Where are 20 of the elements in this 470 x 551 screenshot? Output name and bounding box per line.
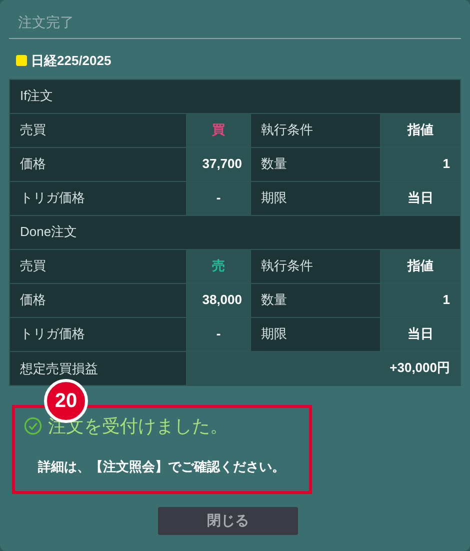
- row-label: 期限: [251, 318, 380, 350]
- check-circle-icon: [24, 417, 42, 435]
- row-label: 数量: [251, 284, 380, 316]
- detail-message: 詳細は、【注文照会】でご確認ください。: [36, 458, 286, 476]
- row-label: 売買: [10, 250, 186, 282]
- row-label: 執行条件: [251, 114, 380, 146]
- section-header: If注文: [10, 80, 460, 112]
- row-label: 価格: [10, 284, 186, 316]
- row-label: 価格: [10, 148, 186, 180]
- row-label: 数量: [251, 148, 380, 180]
- close-button[interactable]: 閉じる: [158, 506, 298, 534]
- section-header: Done注文: [10, 216, 460, 248]
- row-label: 執行条件: [251, 250, 380, 282]
- row-label: トリガ価格: [10, 318, 186, 350]
- row-label: トリガ価格: [10, 182, 186, 214]
- row-label: 期限: [251, 182, 380, 214]
- symbol-name: 日経225/2025: [31, 52, 112, 70]
- row-label: 想定売買損益: [10, 352, 186, 384]
- row-label: 売買: [10, 114, 186, 146]
- dialog-title: 注文完了: [9, 10, 461, 39]
